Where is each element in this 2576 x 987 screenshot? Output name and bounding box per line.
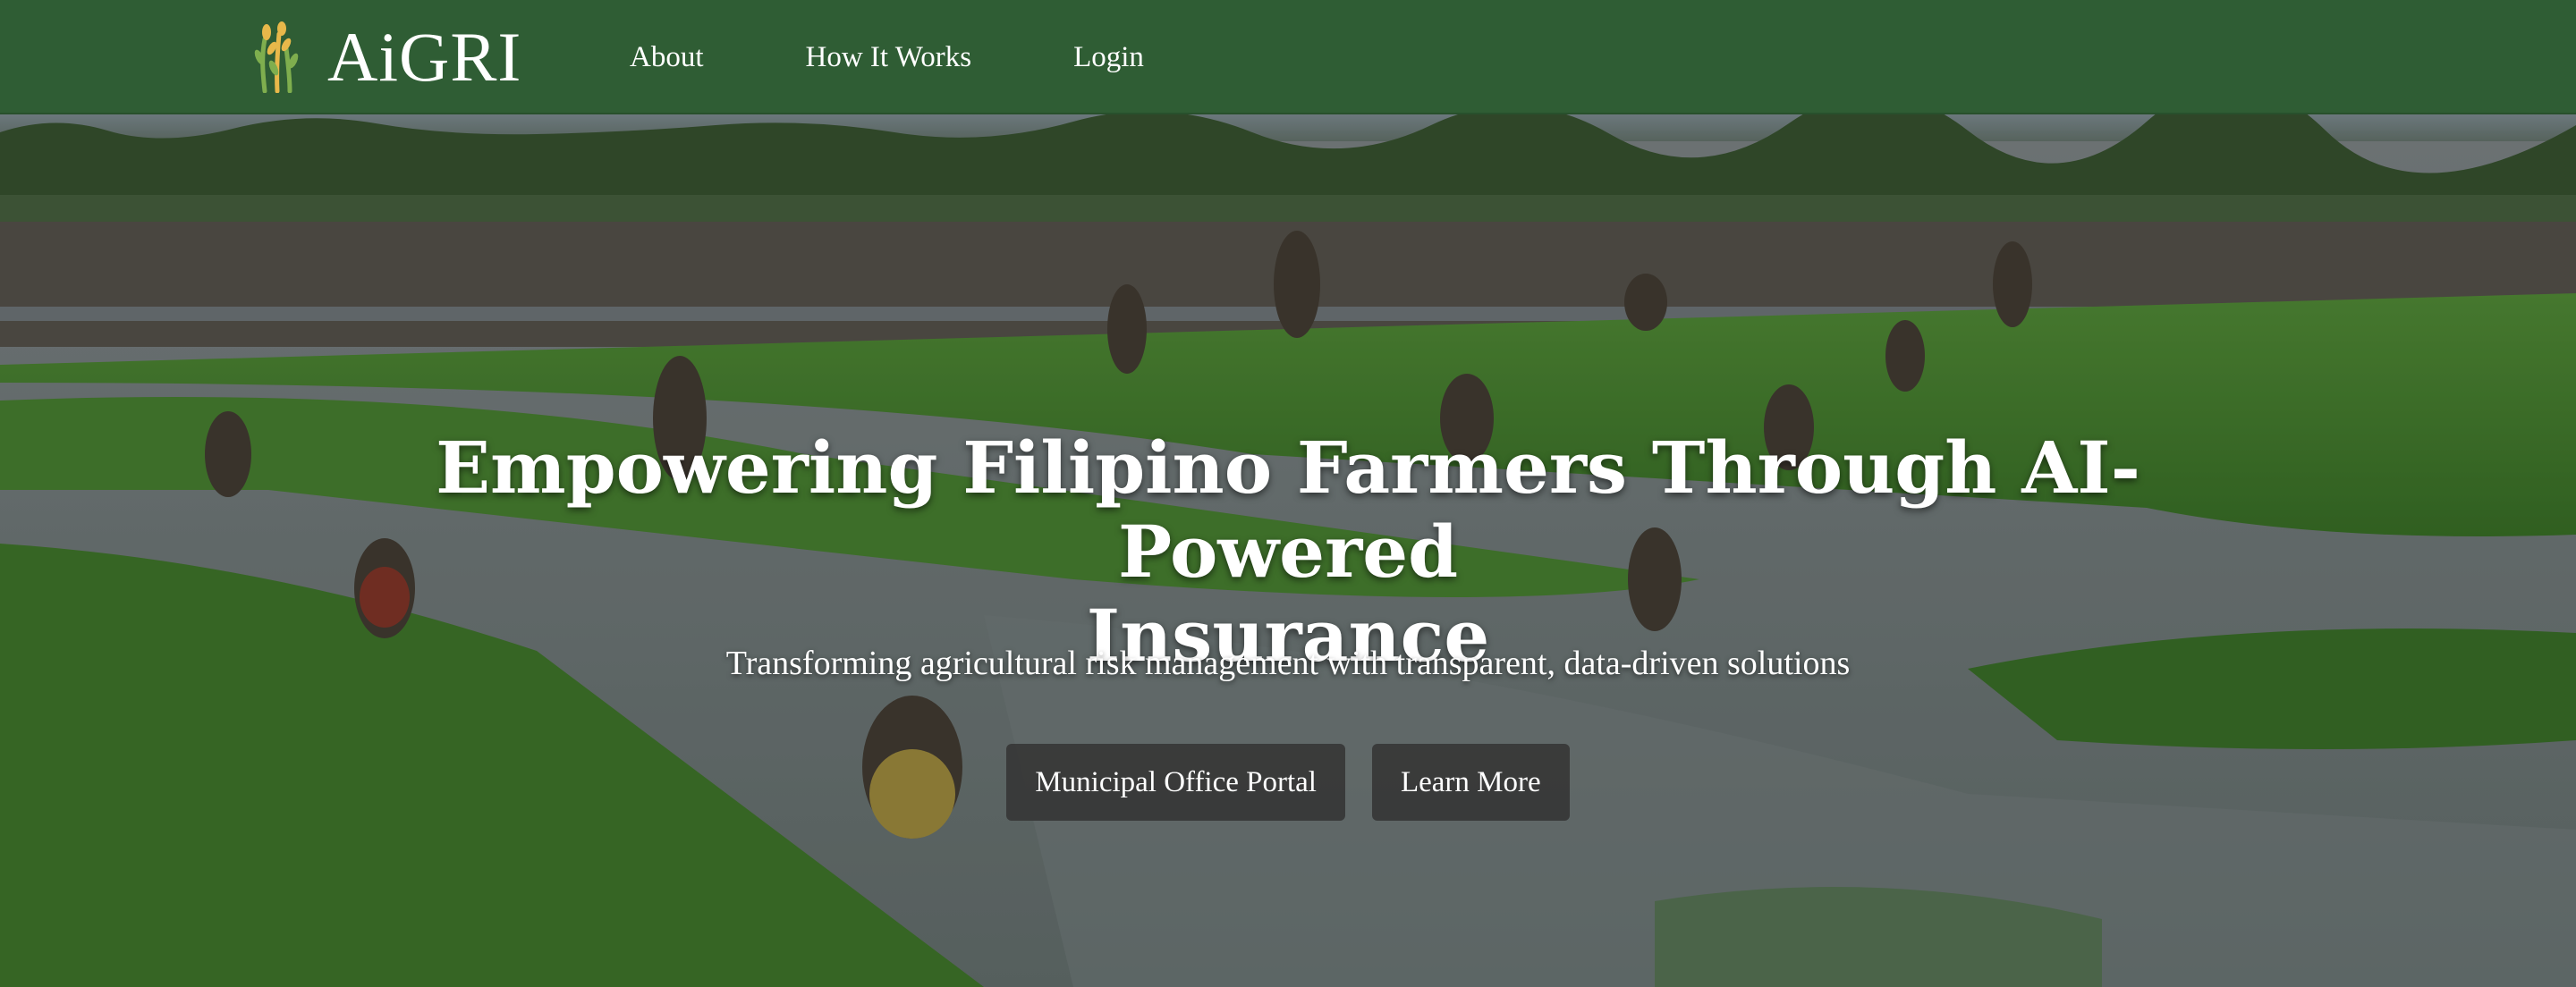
hero-title: Empowering Filipino Farmers Through AI-P… xyxy=(268,426,2308,678)
nav-link-login[interactable]: Login xyxy=(1073,41,1144,74)
nav-link-how-it-works[interactable]: How It Works xyxy=(806,41,972,74)
hero-subtitle: Transforming agricultural risk managemen… xyxy=(725,645,1851,682)
top-navbar: AiGRI About How It Works Login xyxy=(0,0,2576,114)
hero-button-group: Municipal Office Portal Learn More xyxy=(0,744,2576,821)
municipal-office-portal-button[interactable]: Municipal Office Portal xyxy=(1006,744,1345,821)
learn-more-button[interactable]: Learn More xyxy=(1371,744,1570,821)
hero-title-line1: Empowering Filipino Farmers Through AI-P… xyxy=(436,426,2140,594)
main-nav: About How It Works Login xyxy=(630,0,1246,114)
brand[interactable]: AiGRI xyxy=(252,9,521,105)
brand-name: AiGRI xyxy=(327,18,522,96)
hero-content: Empowering Filipino Farmers Through AI-P… xyxy=(0,114,2576,987)
hero-section: Empowering Filipino Farmers Through AI-P… xyxy=(0,114,2576,987)
wheat-stalks-icon xyxy=(254,21,299,93)
nav-link-about[interactable]: About xyxy=(630,41,704,74)
